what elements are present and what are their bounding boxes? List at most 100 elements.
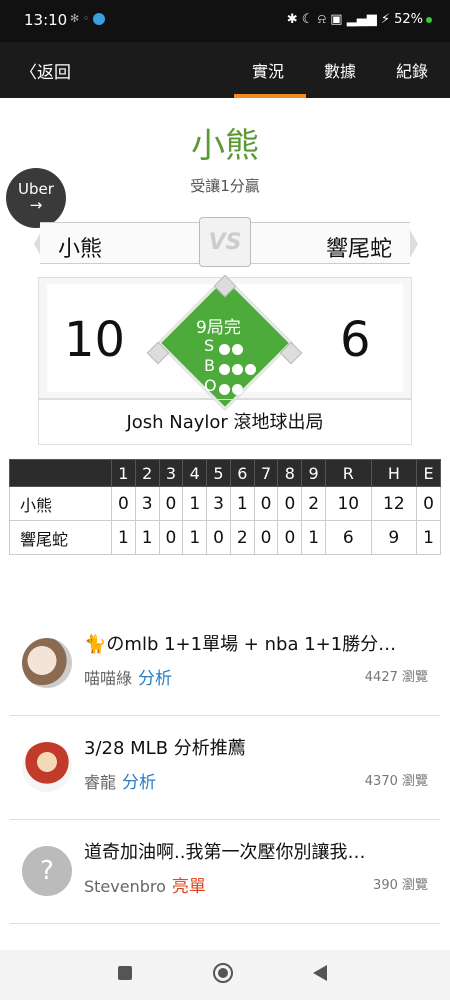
tab-record[interactable]: 紀錄 [396,58,428,82]
active-tab-indicator [234,94,306,98]
result-text: 受讓1分贏 [190,177,260,195]
post-author: 喵喵綠 [84,669,133,688]
last-play: Josh Naylor 滾地球出局 [38,399,412,445]
table-cell: 6 [325,520,372,555]
team-bar-right-arrow [410,230,418,258]
header-team-col [9,459,112,487]
table-cell: 0 [158,520,184,555]
table-cell: 1 [416,520,441,555]
table-cell: 0 [253,486,279,521]
post-views: 390 瀏覽 [373,878,428,893]
out-dots [219,380,245,399]
post-title: 道奇加油啊..我第一次壓你別讓我… [84,842,366,863]
table-cell: 2 [229,520,255,555]
chevron-left-icon: 〈 [20,63,37,83]
table-cell: 1 [111,520,136,555]
post-title: 🐈のmlb 1+1單場 + nba 1+1勝分… [84,634,397,655]
notification-icons: ✻ ◦ [70,12,106,25]
battery-dot-icon [426,16,432,23]
status-bar: 13:10 ✻ ◦ ✱ ☾ ⍾ ▣ ▂▄▆ ⚡ 52% [0,0,450,42]
header-cell: E [416,459,441,487]
away-score: 6 [340,312,371,368]
row-team: 響尾蛇 [9,520,112,555]
battery-percent: 52% [394,12,423,27]
row-team: 小熊 [9,486,112,521]
box-score-table: 1 2 3 4 5 6 7 8 9 R H E 小熊 0 3 0 1 3 1 0… [9,459,441,555]
list-item[interactable]: 🐈のmlb 1+1單場 + nba 1+1勝分… 喵喵綠 分析 4427 瀏覽 [0,612,450,716]
uber-ad-button[interactable]: Uber → [6,168,66,228]
post-author-line: 睿龍 分析 [84,768,156,793]
post-author-line: 喵喵綠 分析 [84,664,172,689]
avatar [22,638,72,688]
top-nav: 〈返回 實況 數據 紀錄 [0,42,450,98]
home-team-name: 小熊 [58,237,103,262]
home-icon[interactable] [213,963,233,983]
home-score: 10 [64,312,126,368]
table-cell: 0 [206,520,231,555]
header-cell: 2 [134,459,160,487]
header-cell: R [325,459,372,487]
table-cell: 0 [111,486,136,521]
ball-dots [219,360,258,379]
post-views: 4427 瀏覽 [364,670,428,685]
question-mark-icon: ? [40,856,54,886]
header-cell: 9 [301,459,327,487]
table-cell: 0 [277,520,303,555]
header-cell: H [370,459,418,487]
table-row: 響尾蛇 1 1 0 1 0 2 0 0 1 6 9 1 [9,520,441,555]
tab-live[interactable]: 實況 [252,58,284,82]
back-button[interactable]: 〈返回 [20,58,71,83]
table-cell: 0 [277,486,303,521]
ball-label: B [204,356,215,375]
system-nav-bar [0,950,450,1000]
box-score-header: 1 2 3 4 5 6 7 8 9 R H E [9,459,441,487]
table-cell: 1 [182,520,208,555]
table-cell: 1 [182,486,208,521]
table-cell: 1 [229,486,255,521]
list-item[interactable]: ? 道奇加油啊..我第一次壓你別讓我… Stevenbro 亮單 390 瀏覽 [0,820,450,924]
app-notification-icon [93,13,106,25]
table-cell: 2 [301,486,327,521]
post-views: 4370 瀏覽 [364,774,428,789]
table-cell: 0 [253,520,279,555]
divider [10,923,440,924]
header-cell: 6 [229,459,255,487]
header-cell: 4 [182,459,208,487]
post-tag: 分析 [122,773,157,793]
post-title: 3/28 MLB 分析推薦 [84,738,246,759]
avatar [22,742,72,792]
table-row: 小熊 0 3 0 1 3 1 0 0 2 10 12 0 [9,486,441,521]
table-cell: 0 [158,486,184,521]
table-cell: 3 [206,486,231,521]
table-cell: 10 [325,486,372,521]
system-icons: ✱ ☾ ⍾ ▣ ▂▄▆ ⚡ 52% [287,12,432,27]
list-item[interactable]: 3/28 MLB 分析推薦 睿龍 分析 4370 瀏覽 [0,716,450,820]
post-author: 睿龍 [84,773,117,792]
table-cell: 1 [134,520,160,555]
header-cell: 5 [206,459,231,487]
status-time: 13:10 [24,11,68,29]
away-team-name: 響尾蛇 [325,237,392,262]
post-tag: 分析 [138,669,173,689]
recents-icon[interactable] [118,966,132,980]
header-cell: 3 [158,459,184,487]
header-cell: 7 [253,459,279,487]
table-cell: 3 [134,486,160,521]
table-cell: 9 [370,520,418,555]
table-cell: 12 [370,486,418,521]
vs-badge: VS [199,217,251,267]
out-label: O [204,376,217,395]
back-triangle-icon[interactable] [313,965,327,981]
back-label: 返回 [37,63,71,83]
strike-dots [219,340,245,359]
avatar: ? [22,846,72,896]
post-tag: 亮單 [171,877,206,897]
arrow-right-icon: → [29,196,43,214]
header-cell: 8 [277,459,303,487]
table-cell: 1 [301,520,327,555]
strike-label: S [204,336,215,355]
tab-stats[interactable]: 數據 [324,58,356,82]
winner-team: 小熊 [191,126,259,166]
inning-status: 9局完 [196,318,241,338]
table-cell: 0 [416,486,441,521]
